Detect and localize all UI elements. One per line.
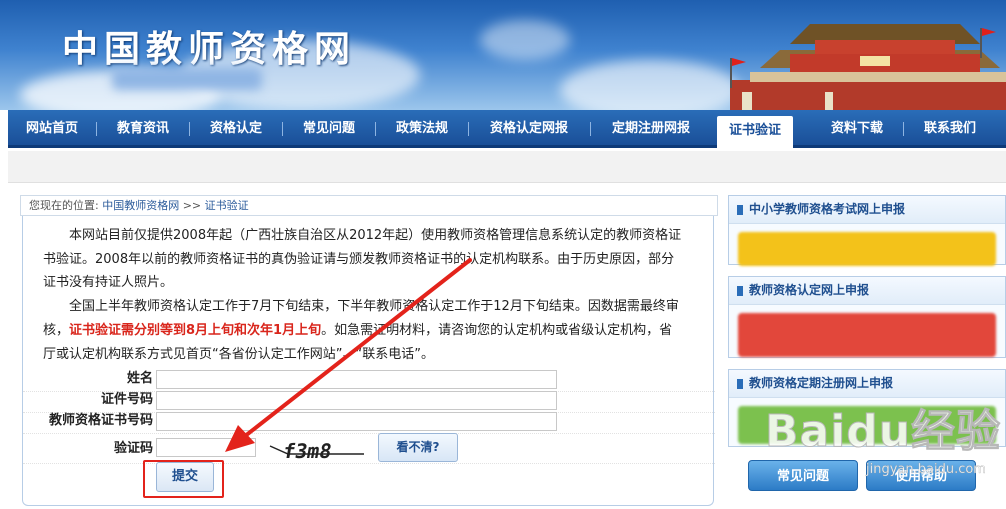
sidebar-exam-banner[interactable] (738, 232, 996, 266)
watermark-url: jingyan.baidu.com (866, 462, 986, 477)
annotation-highlight-box (143, 460, 224, 498)
notice-deadline-highlight: 证书验证需分别等到8月上旬和次年1月上旬 (69, 322, 322, 338)
id-number-input[interactable] (156, 391, 557, 410)
notice-paragraph-2: 全国上半年教师资格认定工作于7月下旬结束，下半年教师资格认定工作于12月下旬结束… (43, 295, 683, 366)
breadcrumb-prefix: 您现在的位置: (29, 199, 99, 212)
nav-item-qualification[interactable]: 资格认定 (195, 110, 277, 148)
sidebar-registration-title[interactable]: 教师资格定期注册网上申报 (729, 370, 1005, 398)
nav-divider (903, 122, 904, 136)
nav-item-education-news[interactable]: 教育资讯 (102, 110, 184, 148)
tiananmen-image (730, 24, 1006, 110)
refresh-captcha-button[interactable]: 看不清? (378, 433, 458, 462)
nav-item-policy[interactable]: 政策法规 (381, 110, 463, 148)
page: 中国教师资格网 网站首页 教育资讯 资格认定 常见问题 政策法规 资格认定网报 … (0, 0, 1006, 509)
nav-item-home[interactable]: 网站首页 (13, 110, 91, 148)
nav-item-contact[interactable]: 联系我们 (909, 110, 991, 148)
nav-item-certificate-verify[interactable]: 证书验证 (717, 116, 793, 151)
form-row-certificate: 教师资格证书号码 (23, 410, 715, 434)
nav-item-faq[interactable]: 常见问题 (288, 110, 370, 148)
nav-item-registration-online[interactable]: 定期注册网报 (596, 110, 706, 148)
certificate-number-input[interactable] (156, 412, 557, 431)
main-nav: 网站首页 教育资讯 资格认定 常见问题 政策法规 资格认定网报 定期注册网报 证… (8, 110, 1006, 151)
nav-divider (375, 122, 376, 136)
nav-divider (590, 122, 591, 136)
verify-panel: 本网站目前仅提供2008年起（广西壮族自治区从2012年起）使用教师资格管理信息… (22, 216, 715, 506)
sidebar-qualification-title[interactable]: 教师资格认定网上申报 (729, 277, 1005, 305)
sidebar-qualification-banner[interactable] (738, 313, 996, 357)
breadcrumb: 您现在的位置: 中国教师资格网 >> 证书验证 (20, 195, 718, 216)
sidebar-exam-section: 中小学教师资格考试网上申报 (728, 195, 1006, 266)
breadcrumb-home-link[interactable]: 中国教师资格网 (102, 199, 179, 212)
nav-divider (189, 122, 190, 136)
breadcrumb-separator: >> (182, 199, 202, 212)
header-banner: 中国教师资格网 (0, 0, 1006, 110)
captcha-input[interactable] (156, 438, 256, 457)
notice-paragraph-1: 本网站目前仅提供2008年起（广西壮族自治区从2012年起）使用教师资格管理信息… (43, 228, 682, 291)
name-label: 姓名 (126, 371, 153, 386)
sidebar-qualification-section: 教师资格认定网上申报 (728, 276, 1006, 358)
nav-item-qualification-online[interactable]: 资格认定网报 (474, 110, 584, 148)
form-row-captcha: 验证码 (23, 436, 715, 464)
captcha-image[interactable]: f3m8 (268, 436, 368, 462)
breadcrumb-current[interactable]: 证书验证 (205, 199, 249, 212)
certificate-number-label: 教师资格证书号码 (48, 413, 153, 428)
cloud-decoration (480, 20, 570, 60)
blurred-subtitle (112, 68, 262, 90)
faq-button[interactable]: 常见问题 (748, 460, 858, 491)
captcha-text: f3m8 (281, 439, 333, 462)
baidu-watermark: Baidu经验 (764, 406, 1002, 458)
cloud-decoration (560, 60, 740, 110)
sub-nav-bar (8, 151, 1006, 183)
nav-divider (96, 122, 97, 136)
nav-divider (468, 122, 469, 136)
id-number-label: 证件号码 (100, 392, 153, 407)
sidebar-exam-title[interactable]: 中小学教师资格考试网上申报 (729, 196, 1005, 224)
nav-divider (282, 122, 283, 136)
name-input[interactable] (156, 370, 557, 389)
notice-text: 本网站目前仅提供2008年起（广西壮族自治区从2012年起）使用教师资格管理信息… (43, 224, 683, 366)
nav-item-downloads[interactable]: 资料下载 (816, 110, 898, 148)
captcha-label: 验证码 (113, 441, 153, 456)
site-title[interactable]: 中国教师资格网 (62, 20, 356, 72)
